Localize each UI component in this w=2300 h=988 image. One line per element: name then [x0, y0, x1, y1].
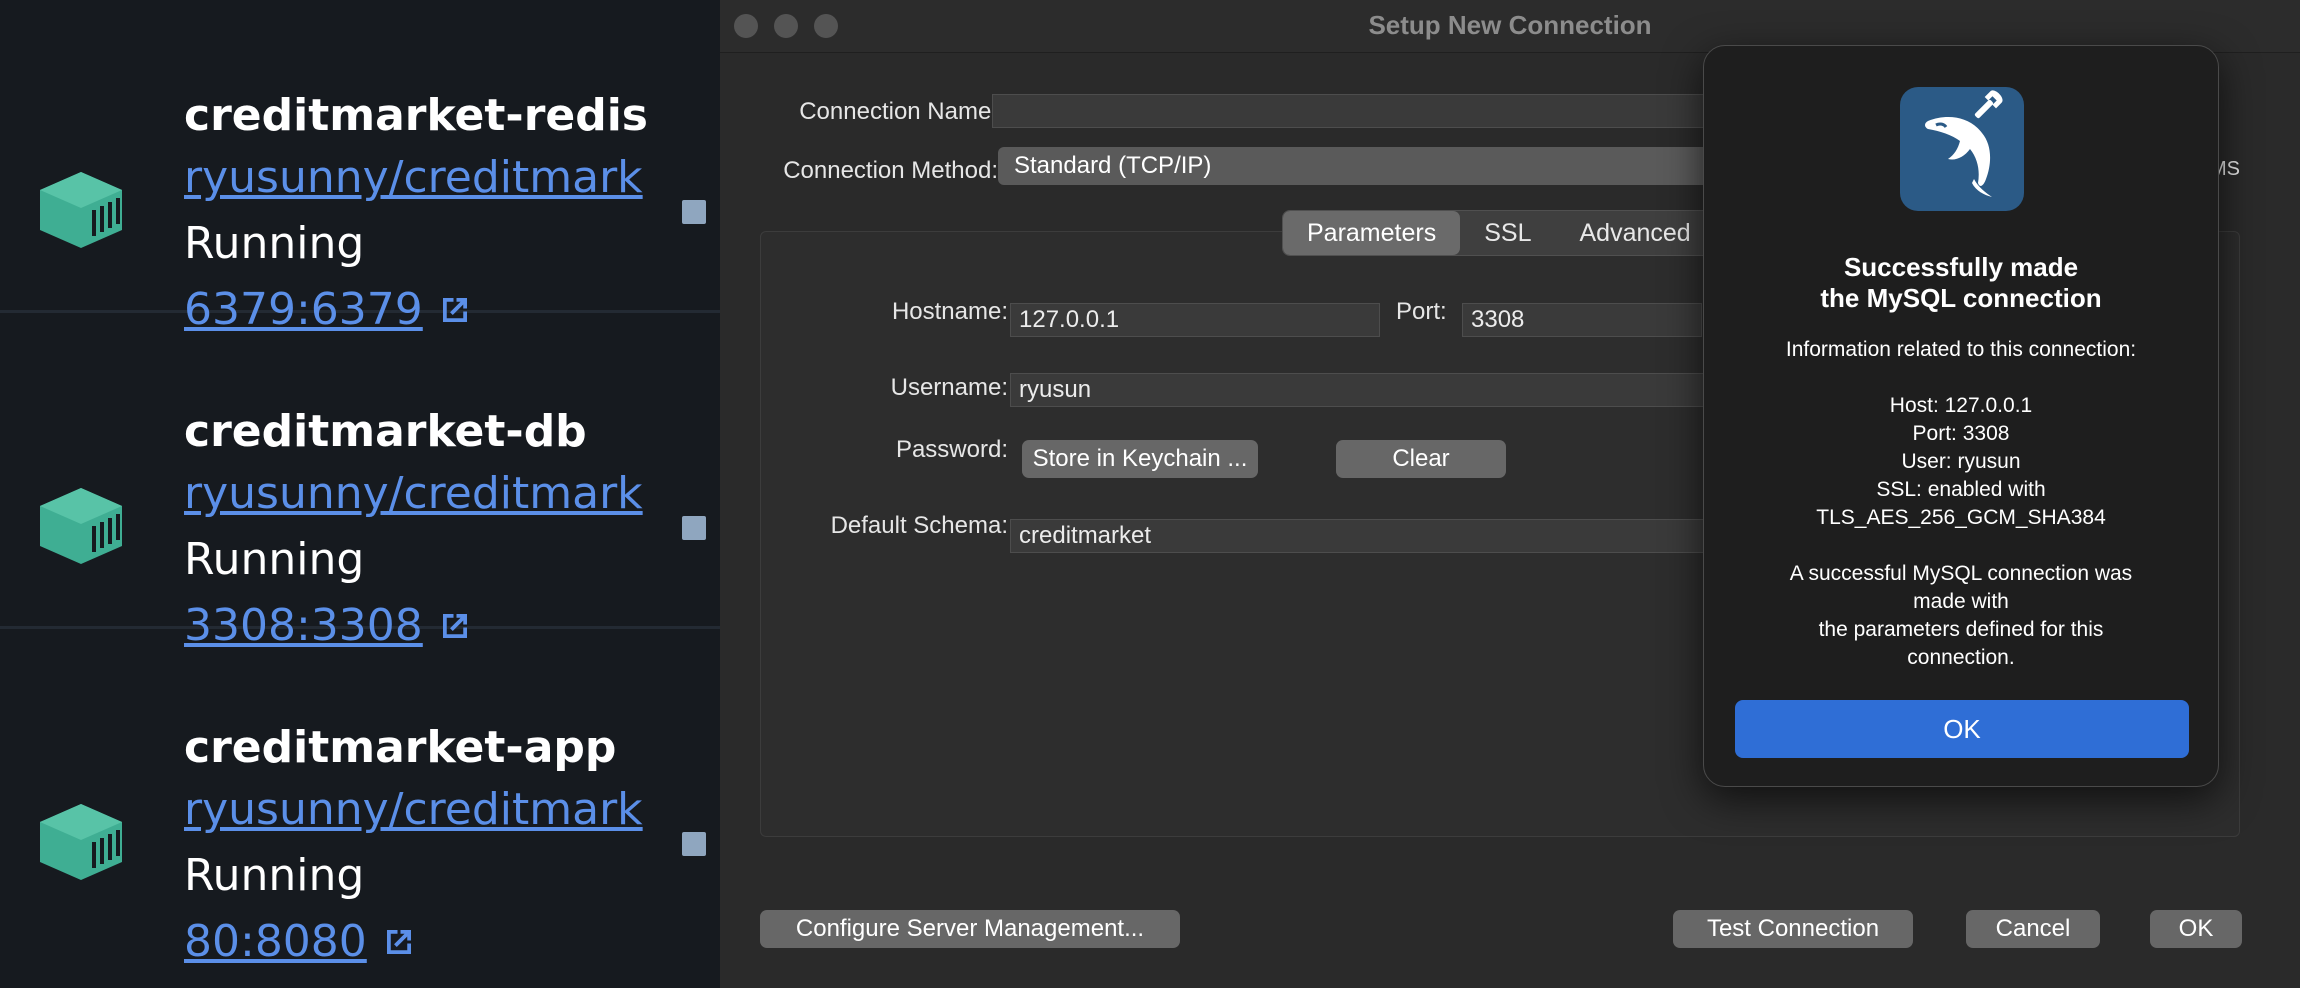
- hostname-input[interactable]: 127.0.0.1: [1010, 303, 1380, 337]
- port-input[interactable]: 3308: [1462, 303, 1702, 337]
- container-status: Running: [184, 850, 365, 901]
- stop-container-button[interactable]: [682, 516, 706, 540]
- window-title: Setup New Connection: [1368, 10, 1652, 40]
- test-connection-button[interactable]: Test Connection: [1673, 910, 1913, 948]
- username-label: Username:: [890, 374, 1008, 401]
- container-image-link[interactable]: ryusunny/creditmark: [184, 152, 643, 203]
- ok-button[interactable]: OK: [2150, 910, 2242, 948]
- container-status: Running: [184, 534, 365, 585]
- success-title: Successfully made the MySQL connection: [1820, 252, 2102, 313]
- container-row-redis[interactable]: creditmarket-redis ryusunny/creditmark R…: [0, 0, 720, 335]
- store-in-keychain-button[interactable]: Store in Keychain ...: [1022, 440, 1258, 478]
- container-row-app[interactable]: creditmarket-app ryusunny/creditmark Run…: [0, 632, 720, 967]
- container-ports-link[interactable]: 80:8080: [184, 916, 417, 967]
- tab-ssl[interactable]: SSL: [1460, 211, 1555, 255]
- mysql-workbench-icon: [1900, 87, 2024, 211]
- container-cube-icon: [40, 804, 122, 880]
- connection-method-label: Connection Method:: [783, 157, 998, 184]
- tab-advanced[interactable]: Advanced: [1555, 211, 1714, 255]
- default-schema-label: Default Schema:: [830, 512, 1008, 539]
- clear-password-button[interactable]: Clear: [1336, 440, 1506, 478]
- container-status: Running: [184, 218, 365, 269]
- password-label: Password:: [895, 436, 1008, 463]
- container-name: creditmarket-db: [184, 406, 587, 457]
- container-name: creditmarket-redis: [184, 90, 648, 141]
- configure-server-management-button[interactable]: Configure Server Management...: [760, 910, 1180, 948]
- tab-strip: Parameters SSL Advanced: [1282, 210, 1716, 256]
- container-name: creditmarket-app: [184, 722, 617, 773]
- username-input[interactable]: ryusun: [1010, 373, 1710, 407]
- connection-success-dialog: Successfully made the MySQL connection I…: [1703, 45, 2219, 787]
- dolphin-icon: [1925, 90, 2003, 197]
- container-cube-icon: [40, 488, 122, 564]
- docker-container-list: creditmarket-redis ryusunny/creditmark R…: [0, 0, 720, 988]
- popup-ok-button[interactable]: OK: [1735, 700, 2189, 758]
- connection-info-text: Information related to this connection: …: [1785, 338, 2137, 669]
- connection-name-label: Connection Name:: [799, 98, 998, 125]
- tab-parameters[interactable]: Parameters: [1283, 211, 1461, 255]
- container-image-link[interactable]: ryusunny/creditmark: [184, 468, 643, 519]
- container-cube-icon: [40, 172, 122, 248]
- container-image-link[interactable]: ryusunny/creditmark: [184, 784, 643, 835]
- cancel-button[interactable]: Cancel: [1966, 910, 2100, 948]
- hostname-label: Hostname:: [891, 298, 1008, 325]
- stop-container-button[interactable]: [682, 200, 706, 224]
- container-row-db[interactable]: creditmarket-db ryusunny/creditmark Runn…: [0, 316, 720, 651]
- ports-text[interactable]: 80:8080: [184, 916, 367, 967]
- default-schema-input[interactable]: creditmarket: [1010, 519, 1710, 553]
- external-link-icon[interactable]: [381, 924, 417, 960]
- stop-container-button[interactable]: [682, 832, 706, 856]
